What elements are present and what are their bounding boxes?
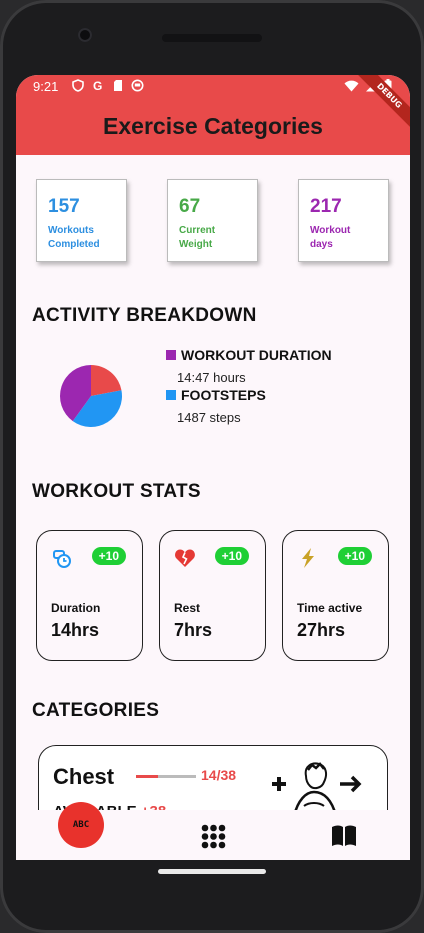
app-bar: 9:21 G Exercise Categories DEBUG [16,75,410,155]
status-bar: 9:21 G [16,75,410,99]
activity-breakdown-heading: ACTIVITY BREAKDOWN [32,305,257,326]
status-time: 9:21 [33,79,59,94]
stat-badge: +10 [91,547,126,565]
lightning-icon [302,548,314,568]
category-progress-bar [136,775,196,778]
app-notification-icon [131,79,144,92]
stat-card-rest[interactable]: +10 Rest 7hrs [159,530,266,661]
legend-name: FOOTSTEPS [181,387,266,403]
summary-card-days: 217 Workout days [298,179,389,262]
stat-card-time-active[interactable]: +10 Time active 27hrs [282,530,389,661]
stat-value: 27hrs [297,620,346,640]
speaker-grille [162,34,262,42]
legend-swatch [166,390,176,400]
summary-value: 67 [179,196,201,217]
legend-swatch [166,350,176,360]
category-progress-text: 14/38 [201,767,237,783]
stat-label: Duration [51,601,101,615]
summary-card-workouts: 157 Workouts Completed [36,179,127,262]
app-screen: 9:21 G Exercise Categories DEBUG 157 Wor… [16,75,410,860]
legend-workout-duration: WORKOUT DURATION 14:47 hours [166,347,332,385]
bottom-nav-bar: ABC [16,802,410,860]
book-icon[interactable] [331,824,357,848]
category-progress-fill [136,775,159,778]
legend-detail: 14:47 hours [177,370,246,385]
apps-grid-icon[interactable] [201,824,226,849]
legend-detail: 1487 steps [177,410,241,425]
legend-name: WORKOUT DURATION [181,347,332,363]
timer-icon [53,550,71,568]
stat-value: 7hrs [174,620,213,640]
category-name: Chest [53,764,115,789]
front-camera [78,28,92,42]
workout-stats-heading: WORKOUT STATS [32,481,201,502]
stat-card-duration[interactable]: +10 Duration 14hrs [36,530,143,661]
summary-value: 157 [48,196,80,217]
shield-icon [72,79,84,92]
svg-text:G: G [93,79,102,92]
activity-pie-chart [60,365,122,427]
broken-heart-icon [175,549,195,567]
sim-card-icon [114,80,122,91]
stat-value: 14hrs [51,620,100,640]
stat-label: Time active [297,601,363,615]
stat-label: Rest [174,601,201,615]
phone-frame: 9:21 G Exercise Categories DEBUG 157 Wor… [0,0,424,933]
summary-label: Current Weight [179,225,216,250]
summary-label: Workouts Completed [48,225,100,250]
stat-badge: +10 [214,547,249,565]
stat-badge: +10 [337,547,372,565]
summary-card-weight: 67 Current Weight [167,179,258,262]
google-icon: G [93,79,102,92]
abc-fab-button[interactable]: ABC [58,802,104,848]
categories-heading: CATEGORIES [32,700,160,721]
page-title: Exercise Categories [103,113,323,139]
legend-footsteps: FOOTSTEPS 1487 steps [166,387,266,425]
wifi-icon [344,80,359,91]
home-indicator[interactable] [158,869,266,874]
summary-value: 217 [310,196,342,217]
summary-label: Workout days [310,225,351,250]
